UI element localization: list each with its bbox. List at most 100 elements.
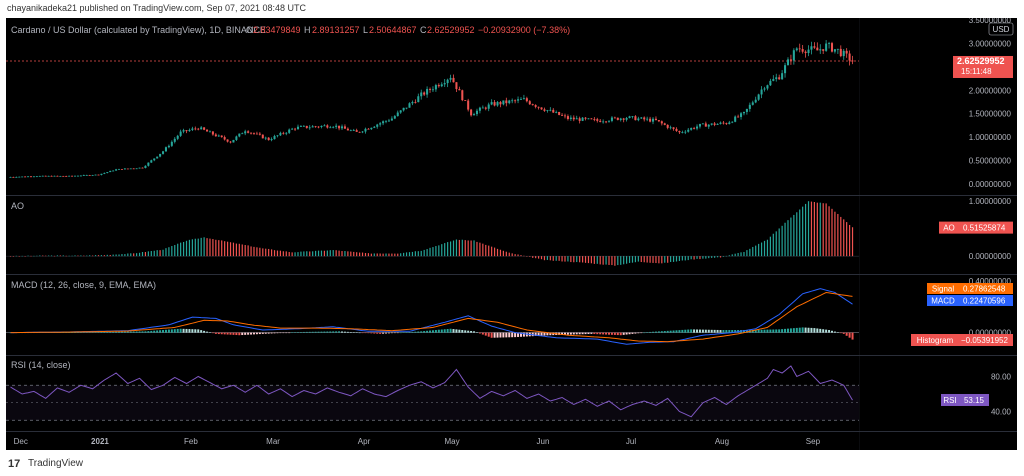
macd-histogram-bar	[329, 331, 332, 333]
rsi-axis-tick: 80.00	[991, 373, 1012, 382]
candle	[305, 125, 308, 128]
candle	[47, 175, 50, 177]
macd-histogram-bar	[431, 330, 434, 333]
ao-bar	[62, 255, 64, 257]
macd-histogram-bar	[393, 332, 396, 334]
macd-histogram-bar	[713, 329, 716, 333]
candle	[693, 128, 696, 129]
candle	[584, 117, 587, 119]
macd-histogram-bar	[276, 332, 279, 334]
ao-bar	[540, 256, 543, 260]
candle	[100, 173, 103, 175]
candle	[370, 127, 373, 130]
ao-bar	[212, 239, 214, 257]
macd-histogram-bar	[194, 329, 197, 333]
ao-bar	[728, 255, 730, 257]
ao-bar	[297, 252, 299, 257]
candle	[487, 104, 490, 109]
candle	[825, 43, 828, 51]
price-axis-tick: 2.00000000	[969, 86, 1012, 95]
macd-histogram-bar	[569, 332, 572, 335]
macd-histogram-bar	[200, 330, 203, 333]
ao-bar	[403, 252, 405, 257]
macd-histogram-bar	[273, 332, 276, 334]
ao-bar	[373, 253, 375, 257]
candle	[85, 175, 88, 176]
ao-bar	[361, 252, 364, 257]
tradingview-logo-icon: 17	[8, 458, 21, 470]
macd-histogram-bar	[170, 329, 173, 333]
candle	[408, 103, 411, 108]
candle	[352, 130, 355, 131]
macd-histogram-bar	[848, 332, 851, 338]
candle	[373, 126, 376, 128]
macd-histogram-bar	[484, 332, 487, 336]
ao-bar	[141, 252, 144, 257]
candle	[320, 125, 323, 127]
candle	[558, 111, 561, 115]
ao-bar	[226, 241, 229, 257]
candle	[822, 49, 825, 51]
candle	[112, 170, 115, 172]
macd-histogram-bar	[613, 332, 616, 335]
candle	[610, 117, 613, 121]
ao-bar	[203, 237, 205, 257]
ao-bar	[174, 245, 176, 257]
candle	[710, 123, 713, 125]
macd-histogram-bar	[798, 327, 801, 333]
candle	[839, 48, 842, 57]
macd-histogram-bar	[725, 330, 728, 333]
macd-histogram-bar	[100, 332, 103, 333]
ao-bar	[200, 237, 202, 257]
chart-area[interactable]: 3.50000000 3.00000000 2.00000000 1.50000000…	[6, 16, 1017, 450]
ao-bar	[74, 255, 76, 257]
candle	[167, 145, 170, 148]
macd-histogram-bar	[649, 331, 652, 333]
macd-histogram-bar	[599, 332, 602, 335]
macd-histogram-bar	[654, 331, 657, 333]
candle	[625, 118, 628, 120]
ao-bar	[749, 248, 751, 257]
macd-histogram-bar	[446, 328, 449, 333]
ao-bar	[367, 253, 370, 257]
macd-histogram-bar	[226, 332, 229, 335]
candle	[264, 137, 267, 139]
candle	[540, 107, 543, 110]
candle	[546, 110, 549, 111]
price-axis-tick: 0.00000000	[969, 180, 1012, 189]
ao-bar	[687, 256, 689, 261]
macd-histogram-bar	[352, 332, 355, 333]
macd-histogram-bar	[440, 329, 443, 333]
candle	[728, 122, 731, 125]
candle	[258, 133, 261, 135]
ao-bar	[620, 256, 622, 265]
ao-bar	[344, 251, 346, 257]
macd-histogram-bar	[660, 331, 663, 333]
candle	[751, 102, 754, 105]
ao-bar	[537, 256, 540, 259]
candle	[575, 118, 578, 120]
ao-bar	[517, 254, 519, 257]
macd-histogram-bar	[455, 329, 458, 333]
candle	[813, 46, 816, 48]
macd-histogram-bar	[252, 332, 255, 335]
macd-histogram-bar	[687, 329, 690, 333]
ao-bar	[153, 250, 155, 257]
macd-histogram-bar	[150, 330, 153, 333]
candle	[197, 128, 200, 130]
chart-svg[interactable]: 3.500000003.000000002.000000001.50000000…	[6, 16, 1017, 450]
macd-histogram-bar	[490, 332, 493, 338]
macd-histogram-bar	[423, 331, 426, 333]
macd-histogram-bar	[496, 332, 499, 338]
ao-bar	[593, 256, 595, 264]
macd-histogram-bar	[223, 332, 226, 335]
macd-histogram-bar	[132, 331, 135, 333]
time-axis-tick: May	[444, 437, 459, 446]
ao-bar	[582, 256, 584, 263]
macd-histogram-bar	[637, 332, 640, 334]
ao-bar	[831, 208, 833, 257]
macd-histogram-bar	[208, 332, 211, 333]
macd-histogram-bar	[308, 331, 311, 333]
ao-bar	[675, 256, 678, 262]
candle	[473, 114, 476, 116]
